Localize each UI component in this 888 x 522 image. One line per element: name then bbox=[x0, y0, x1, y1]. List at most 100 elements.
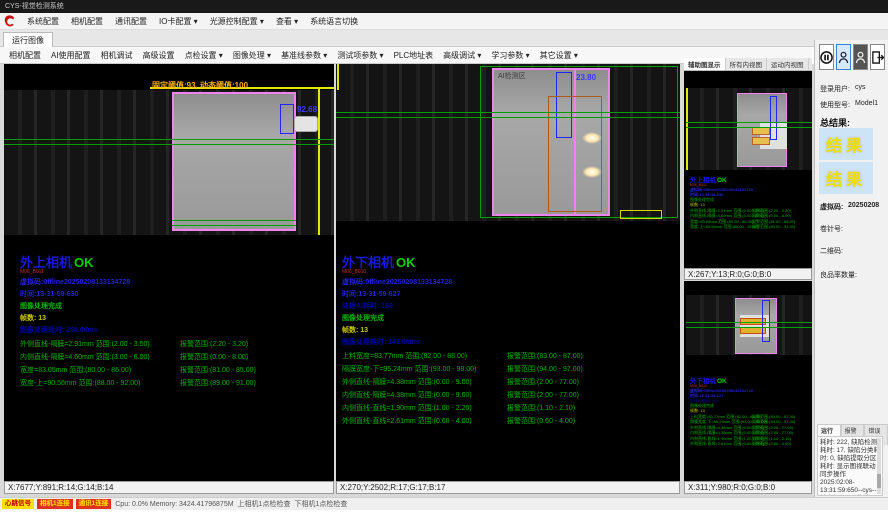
yellow-guide-line-vertical bbox=[686, 88, 688, 170]
measure-value: 宽度=83.05mm 范围:(80.00 - 86.00) bbox=[20, 365, 180, 375]
green-baseline bbox=[336, 117, 680, 118]
measurement-row: 上料宽度=83.77mm 范围:(82.00 - 88.00)报警范围:(83.… bbox=[342, 349, 672, 362]
app-window: CYS-视觉检测系统 系统配置相机配置通讯配置IO卡配置 ▾光源控制配置 ▾查看… bbox=[0, 0, 888, 522]
status-badges: 心跳信号相机1连接通讯1连接 bbox=[2, 499, 111, 509]
right-view-tab[interactable]: 所有内视图 bbox=[726, 58, 768, 70]
measure-box bbox=[770, 96, 777, 140]
toolbar-button[interactable]: 学习参数 ▾ bbox=[486, 50, 534, 61]
pin-number-label: 卷针号: bbox=[820, 224, 843, 234]
menu-item[interactable]: 相机配置 bbox=[65, 16, 109, 27]
toolbar-button[interactable]: PLC地址表 bbox=[389, 50, 439, 61]
measurement-row: 宽度-上=90.56mm 范围:(88.00 - 92.00)报警范围:(89.… bbox=[690, 225, 810, 231]
toolbar-button[interactable]: 基准线参数 ▾ bbox=[276, 50, 332, 61]
right-view-tab[interactable]: 运动内视图 bbox=[767, 58, 809, 70]
measure-box bbox=[762, 300, 770, 342]
measure-value: 宽度-上=90.56mm 范围:(88.00 - 92.00) bbox=[20, 378, 180, 388]
measure-value: 外侧直线-隔膜=4.38mm 范围:(0.00 - 9.00) bbox=[342, 377, 507, 387]
status-badge: 通讯1连接 bbox=[76, 499, 112, 509]
result-ok: OK bbox=[396, 255, 416, 270]
measurement-row: 内侧直线-隔膜=4.38mm 范围:(0.00 - 9.00)报警范围:(2.0… bbox=[342, 388, 672, 401]
frame-count-line: 帧数: 13 bbox=[20, 313, 46, 323]
toolbar-button[interactable]: 相机配置 bbox=[4, 50, 46, 61]
tab-run-image[interactable]: 运行图像 bbox=[3, 32, 53, 48]
pixel-coords: X:7677;Y:891;R:14;G:14;B:14 bbox=[8, 483, 113, 492]
menu-item[interactable]: 系统语言切换 bbox=[304, 16, 364, 27]
measure-overlay-value: 23.80 bbox=[576, 73, 596, 82]
camera-name: 外下相机 bbox=[342, 255, 394, 270]
frame-count-line: 帧数: 13 bbox=[342, 325, 368, 335]
side-panel-buttons bbox=[819, 44, 885, 70]
login-user-label: 登录用户: bbox=[820, 84, 850, 94]
mini-measurements: 上料宽度=83.77mm 范围:(82.00 - 88.00)报警范围:(83.… bbox=[690, 414, 810, 447]
menu-item[interactable]: 光源控制配置 ▾ bbox=[204, 16, 270, 27]
measure-overlay-value: 92.68 bbox=[297, 105, 317, 114]
bottom-camera-check-text: 下相机1点检检查 bbox=[294, 499, 347, 509]
alarm-range: 报警范围:(0.00 - 8.00) bbox=[180, 352, 248, 362]
toolbar-button[interactable]: 高级设置 bbox=[138, 50, 180, 61]
bottom-statusbar: 心跳信号相机1连接通讯1连接 Cpu: 0.0% Memory: 3424.41… bbox=[0, 497, 888, 510]
cpu-memory-text: Cpu: 0.0% Memory: 3424.41796875M bbox=[115, 501, 233, 508]
log-scrollbar-thumb[interactable] bbox=[877, 474, 881, 488]
toolbar-button[interactable]: 点检设置 ▾ bbox=[180, 50, 228, 61]
toolbar-button[interactable]: 相机调试 bbox=[96, 50, 138, 61]
light-flare bbox=[582, 166, 602, 178]
measure-value: 上料宽度=83.77mm 范围:(82.00 - 88.00) bbox=[342, 351, 507, 361]
yellow-guide-line-vertical bbox=[337, 64, 339, 90]
measurement-row: 外侧直线-隔膜=2.91mm 范围:(2.00 - 3.50)报警范围:(2.2… bbox=[20, 337, 326, 350]
virtual-code-label: 虚拟码: bbox=[820, 202, 843, 212]
yield-count-label: 良品率数量: bbox=[820, 270, 857, 280]
log-scrollbar[interactable] bbox=[877, 438, 881, 494]
window-titlebar: CYS-视觉检测系统 bbox=[0, 0, 888, 13]
measure-box bbox=[280, 104, 294, 134]
measurement-row: 外侧直线-直线=2.61mm 范围:(0.60 - 4.00)报警范围:(0.6… bbox=[690, 442, 810, 448]
connector-part bbox=[294, 116, 318, 132]
exit-button[interactable] bbox=[870, 44, 885, 70]
result-ok: OK bbox=[74, 255, 94, 270]
model-value: Model1 bbox=[855, 100, 878, 107]
status-badge: 心跳信号 bbox=[2, 499, 34, 509]
left-measurements: 外侧直线-隔膜=2.91mm 范围:(2.00 - 3.50)报警范围:(2.2… bbox=[20, 337, 326, 389]
green-baseline bbox=[686, 122, 812, 123]
menu-item[interactable]: IO卡配置 ▾ bbox=[153, 16, 204, 27]
menu-item[interactable]: 查看 ▾ bbox=[270, 16, 304, 27]
pixel-coords: X:311;Y:980;R:0;G:0;B:0 bbox=[688, 483, 775, 492]
user-settings-button[interactable] bbox=[853, 44, 868, 70]
virtual-code-value: 20250208 bbox=[848, 202, 879, 209]
green-baseline bbox=[686, 322, 812, 323]
camera-name: 外上相机 bbox=[20, 255, 72, 270]
orange-roi-box bbox=[548, 96, 602, 212]
barcode-line: 虚拟码:0ffline20250208133134728 bbox=[20, 277, 130, 287]
toolbar-button[interactable]: 其它设置 ▾ bbox=[535, 50, 583, 61]
mid-measurements: 上料宽度=83.77mm 范围:(82.00 - 88.00)报警范围:(83.… bbox=[342, 349, 672, 427]
toolbar-button[interactable]: 测试项参数 ▾ bbox=[332, 50, 388, 61]
toolbar-button[interactable]: 高级调试 ▾ bbox=[438, 50, 486, 61]
log-output[interactable]: 耗时: 222, 缺陷检测耗时: 17, 缺陷分类耗时: 0, 缺陷提取分区耗时… bbox=[817, 436, 883, 496]
mini-top-statusbar: X:267;Y:13;R:0;G:0;B:0 bbox=[684, 268, 812, 280]
measure-value: 内侧直线-隔膜=4.38mm 范围:(0.00 - 9.00) bbox=[342, 390, 507, 400]
pause-button[interactable] bbox=[819, 44, 834, 70]
process-time-line: 图像处理耗时: 143.00ms bbox=[342, 337, 420, 347]
toolbar-button[interactable]: 图像处理 ▾ bbox=[228, 50, 276, 61]
result-block-2: 结果 bbox=[819, 162, 873, 194]
right-view-tab[interactable]: 辅助图显示 bbox=[684, 58, 726, 70]
toolbar-button[interactable]: AI使用配置 bbox=[46, 50, 96, 61]
ai-region-label: AI检测区 bbox=[498, 71, 526, 81]
measure-value: 隔膜宽度-下=95.24mm 范围:(93.00 - 98.00) bbox=[342, 364, 507, 374]
measurement-row: 内侧直线-直线=1.90mm 范围:(1.00 - 2.20)报警范围:(1.1… bbox=[342, 401, 672, 414]
window-title: CYS-视觉检测系统 bbox=[5, 3, 64, 10]
menu-bar: 系统配置相机配置通讯配置IO卡配置 ▾光源控制配置 ▾查看 ▾系统语言切换 bbox=[0, 13, 888, 30]
result-ok: OK bbox=[717, 378, 727, 385]
left-product-roi bbox=[172, 92, 296, 231]
light-flare bbox=[582, 132, 602, 144]
pixel-coords: X:267;Y:13;R:0;G:0;B:0 bbox=[688, 270, 771, 279]
alarm-range: 报警范围:(0.60 - 4.00) bbox=[507, 416, 575, 426]
defect-label-box bbox=[752, 127, 770, 135]
left-view-statusbar: X:7677;Y:891;R:14;G:14;B:14 bbox=[4, 481, 334, 494]
user-login-button[interactable] bbox=[836, 44, 851, 70]
measurement-row: 外侧直线-直线=2.61mm 范围:(0.60 - 4.00)报警范围:(0.6… bbox=[342, 414, 672, 427]
time-line: 时间:13-31-59-630 bbox=[20, 289, 78, 299]
alarm-range: 报警范围:(81.00 - 85.00) bbox=[180, 365, 256, 375]
green-baseline bbox=[4, 144, 334, 145]
menu-item[interactable]: 系统配置 bbox=[21, 16, 65, 27]
menu-item[interactable]: 通讯配置 bbox=[109, 16, 153, 27]
